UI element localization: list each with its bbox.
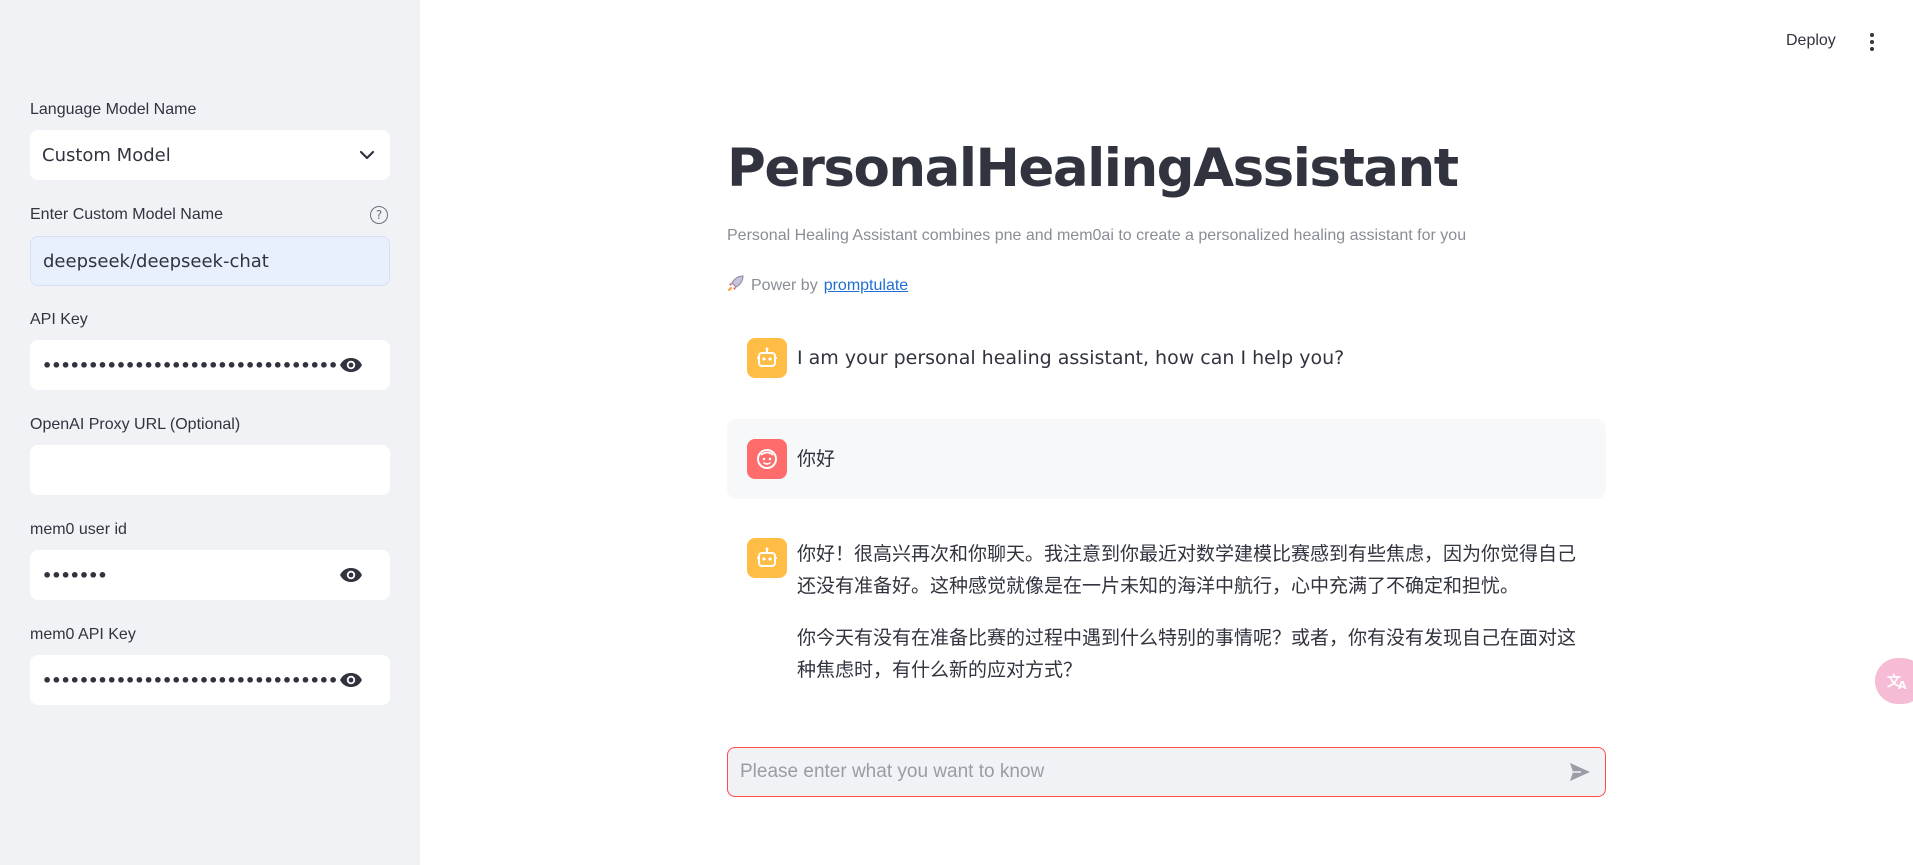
message-text: 你好！很高兴再次和你聊天。我注意到你最近对数学建模比赛感到有些焦虑，因为你觉得自… — [797, 538, 1587, 686]
promptulate-link[interactable]: promptulate — [824, 277, 909, 295]
show-password-icon[interactable] — [338, 352, 364, 378]
powered-by: Power by promptulate — [727, 274, 908, 297]
sidebar: Language Model Name Custom Model Enter C… — [0, 0, 420, 865]
model-select-value: Custom Model — [42, 144, 171, 166]
show-password-icon[interactable] — [338, 667, 364, 693]
rocket-icon — [727, 274, 745, 297]
page-title: PersonalHealingAssistant — [727, 138, 1459, 199]
model-select-label: Language Model Name — [30, 101, 197, 118]
send-icon[interactable] — [1565, 757, 1595, 787]
chat-message-assistant: I am your personal healing assistant, ho… — [727, 338, 1606, 378]
message-paragraph: 你好！很高兴再次和你聊天。我注意到你最近对数学建模比赛感到有些焦虑，因为你觉得自… — [797, 543, 1577, 597]
api-key-label: API Key — [30, 311, 88, 328]
mem0-api-key-input[interactable]: ••••••••••••••••••••••••••••••••••••••••… — [30, 655, 390, 705]
user-avatar-icon — [747, 439, 787, 479]
bot-avatar-icon — [747, 538, 787, 578]
mem0-api-key-masked-value: ••••••••••••••••••••••••••••••••••••••••… — [42, 670, 338, 690]
chat-message-assistant: 你好！很高兴再次和你聊天。我注意到你最近对数学建模比赛感到有些焦虑，因为你觉得自… — [727, 538, 1606, 686]
chat-message-user: 你好 — [727, 419, 1606, 499]
kebab-menu-icon[interactable] — [1864, 32, 1880, 52]
custom-model-value: deepseek/deepseek-chat — [43, 250, 269, 272]
page-subtitle: Personal Healing Assistant combines pne … — [727, 227, 1467, 244]
help-icon[interactable]: ? — [370, 206, 388, 224]
chat-input-container — [727, 747, 1606, 797]
show-password-icon[interactable] — [338, 562, 364, 588]
chat-input[interactable] — [738, 760, 1565, 784]
model-select[interactable]: Custom Model — [30, 130, 390, 180]
powered-by-label: Power by — [751, 276, 818, 294]
chevron-down-icon[interactable] — [356, 144, 378, 166]
proxy-url-input[interactable] — [30, 445, 390, 495]
bot-avatar-icon — [747, 338, 787, 378]
message-text: 你好 — [797, 443, 835, 475]
mem0-user-id-input[interactable]: ••••••• — [30, 550, 390, 600]
message-paragraph: I am your personal healing assistant, ho… — [797, 347, 1345, 369]
custom-model-label: Enter Custom Model Name — [30, 206, 223, 223]
message-text: I am your personal healing assistant, ho… — [797, 342, 1344, 374]
translate-icon[interactable]: 文A — [1875, 658, 1913, 704]
mem0-api-key-label: mem0 API Key — [30, 626, 136, 643]
deploy-button[interactable]: Deploy — [1786, 32, 1836, 50]
mem0-user-id-masked-value: ••••••• — [42, 565, 108, 585]
message-paragraph: 你今天有没有在准备比赛的过程中遇到什么特别的事情呢？或者，你有没有发现自己在面对… — [797, 627, 1577, 681]
svg-text:A: A — [1898, 679, 1907, 691]
api-key-input[interactable]: •••••••••••••••••••••••••••••••••••• — [30, 340, 390, 390]
api-key-masked-value: •••••••••••••••••••••••••••••••••••• — [42, 355, 338, 375]
mem0-user-id-label: mem0 user id — [30, 521, 127, 538]
proxy-url-label: OpenAI Proxy URL (Optional) — [30, 416, 241, 433]
custom-model-input[interactable]: deepseek/deepseek-chat — [30, 236, 390, 286]
message-paragraph: 你好 — [797, 448, 836, 470]
